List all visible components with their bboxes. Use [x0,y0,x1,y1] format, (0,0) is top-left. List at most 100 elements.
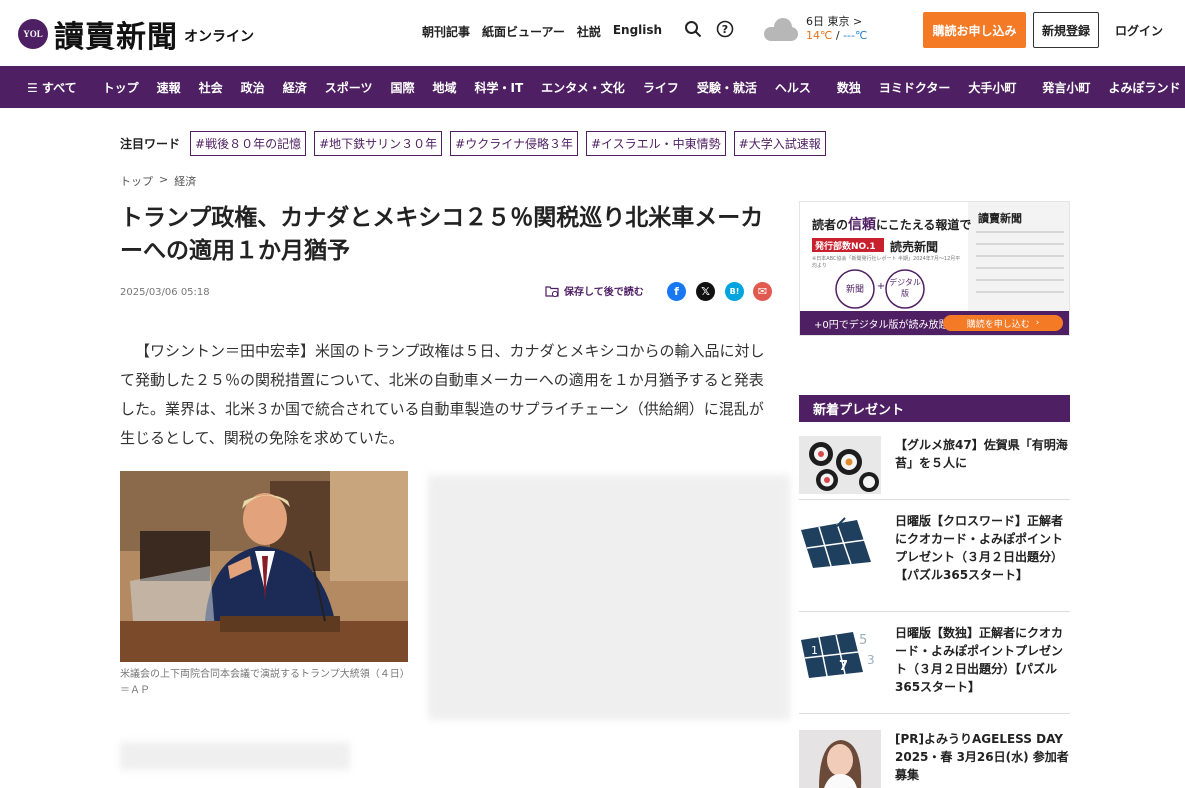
ad-headline-emphasis: 信頼 [848,217,877,233]
ad-circle-digital: デジタル版 [889,278,921,298]
nav-item-exam-jobs[interactable]: 受験・就活 [688,79,766,96]
breadcrumb: トップ > 経済 [120,173,202,189]
nori-rolls-thumbnail [799,436,881,494]
subscribe-button[interactable]: 購読お申し込み [923,12,1026,48]
weather-separator: / [832,29,844,42]
ad-plus: + [876,281,886,292]
ad-paper-name: 読売新聞 [890,240,939,254]
breadcrumb-home[interactable]: トップ [120,173,153,189]
ad-note: ※日本ABC協会「新聞発行社レポート 半期」2024年7月〜12月平均より [812,256,961,269]
present-title: 日曜版【クロスワード】正解者にクオカード・よみぽポイントプレゼント（３月２日出題… [895,514,1064,582]
site-logo[interactable]: YOL 讀賣新聞 オンライン [18,12,254,56]
article-lede: 【ワシントン＝田中宏幸】米国のトランプ政権は５日、カナダとメキシコからの輸入品に… [120,342,765,447]
keyword-tag[interactable]: #ウクライナ侵略３年 [450,131,578,156]
site-header: YOL 讀賣新聞 オンライン 朝刊記事 紙面ビューアー 社説 English ?… [0,0,1185,66]
logo-wordmark: 讀賣新聞 [54,20,178,55]
nav-all-menu[interactable]: ☰ すべて [18,79,86,96]
keyword-tag[interactable]: #イスラエル・中東情勢 [585,131,726,156]
nav-item-otemachi[interactable]: 大手小町 [959,79,1025,96]
mail-icon[interactable]: ✉ [753,282,772,301]
blurred-text-area [120,742,350,770]
search-icon[interactable] [684,20,702,38]
crossword-icon [799,512,881,570]
svg-text:7: 7 [839,659,848,674]
nav-item-society[interactable]: 社会 [190,79,232,96]
chevron-right-icon: › [1035,318,1040,328]
sudoku-icon: 1 7 5 3 [799,624,881,682]
keyword-tag[interactable]: #大学入試速報 [733,131,826,156]
article-photo[interactable] [120,471,408,662]
x-icon[interactable]: 𝕏 [696,282,715,301]
top-links: 朝刊記事 紙面ビューアー 社説 English [422,23,674,40]
svg-text:?: ? [722,23,728,36]
nav-item-yomidoctor[interactable]: ヨミドクター [870,79,960,96]
trump-speech-image [120,471,408,662]
ad-bar-text: +0円でデジタル版が読み放題！ [814,319,959,331]
woman-portrait-thumbnail [799,730,881,788]
trending-keywords: 注目ワード #戦後８０年の記憶 #地下鉄サリン３０年 #ウクライナ侵略３年 #イ… [120,131,834,156]
photo-caption: 米議会の上下両院合同本会議で演説するトランプ大統領（４日）＝ＡＰ [120,669,405,696]
link-morning-paper[interactable]: 朝刊記事 [422,23,470,40]
present-title: [PR]よみうりAGELESS DAY 2025・春 3月26日(水) 参加者募… [895,732,1069,782]
ad-badge: 発行部数NO.1 [815,242,876,252]
present-item[interactable]: 【グルメ旅47】佐賀県「有明海苔」を５人に [799,436,1070,500]
ad-bar: +0円でデジタル版が読み放題！ 購読を申し込む › [800,311,1069,335]
logo-subtitle: オンライン [184,29,254,45]
login-link[interactable]: ログイン [1115,22,1163,39]
article-title: トランプ政権、カナダとメキシコ２５％関税巡り北米車メーカーへの適用１か月猶予 [120,205,764,264]
present-title: 日曜版【数独】正解者にクオカード・よみぽポイントプレゼント（３月２日出題分）【パ… [895,626,1064,694]
ad-subscribe-button[interactable]: 購読を申し込む › [943,315,1063,331]
register-button[interactable]: 新規登録 [1033,12,1099,48]
link-editorial[interactable]: 社説 [577,23,601,40]
blurred-ad-area [428,475,790,720]
breadcrumb-separator: > [159,173,169,186]
nav-item-yomipo-land[interactable]: よみぽランド [1099,79,1185,96]
keyword-tag[interactable]: #戦後８０年の記憶 [190,131,307,156]
nav-item-economy[interactable]: 経済 [274,79,316,96]
keywords-label: 注目ワード [120,137,181,151]
present-item[interactable]: [PR]よみうりAGELESS DAY 2025・春 3月26日(水) 参加者募… [799,730,1070,788]
nav-item-international[interactable]: 国際 [381,79,423,96]
facebook-icon[interactable]: f [667,282,686,301]
yol-badge: YOL [18,19,48,49]
cloud-icon [762,15,800,43]
nav-item-komachi[interactable]: 発言小町 [1033,79,1099,96]
present-item[interactable]: 日曜版【クロスワード】正解者にクオカード・よみぽポイントプレゼント（３月２日出題… [799,512,1070,612]
nav-item-sudoku[interactable]: 数独 [828,79,870,96]
save-for-later-button[interactable]: 保存して後で読む [545,283,644,298]
ad-masthead: 讀賣新聞 [978,212,1022,225]
ad-headline-pre: 読者の [812,218,849,232]
ad-circle-paper: 新聞 [845,285,864,295]
nav-item-science-it[interactable]: 科学・IT [466,79,533,96]
weather-day: 6日 [806,15,824,28]
save-label: 保存して後で読む [564,287,644,298]
svg-text:5: 5 [859,633,867,648]
nav-item-sports[interactable]: スポーツ [316,79,382,96]
breadcrumb-section[interactable]: 経済 [174,173,196,189]
svg-text:1: 1 [811,644,818,657]
link-paper-viewer[interactable]: 紙面ビューアー [482,23,565,40]
nav-item-life[interactable]: ライフ [634,79,688,96]
link-english[interactable]: English [613,23,662,40]
weather-widget[interactable]: 6日 東京 > 14℃ / ---℃ [762,15,867,43]
category-nav: ☰ すべて トップ 速報 社会 政治 経済 スポーツ 国際 地域 科学・IT エ… [0,66,1185,108]
nav-item-entertainment[interactable]: エンタメ・文化 [532,79,634,96]
nav-item-politics[interactable]: 政治 [232,79,274,96]
weather-low: ---℃ [843,29,868,42]
save-folder-icon [545,285,559,297]
nav-item-health[interactable]: ヘルス [766,79,820,96]
weather-city: 東京 [827,15,850,28]
nav-item-regional[interactable]: 地域 [423,79,465,96]
present-item[interactable]: 1 7 5 3 日曜版【数独】正解者にクオカード・よみぽポイントプレゼント（３月… [799,624,1070,714]
subscription-banner[interactable]: 読者の信頼にこたえる報道で 発行部数NO.1 読売新聞 ※日本ABC協会「新聞発… [799,201,1070,336]
ad-button-label: 購読を申し込む [966,319,1030,330]
presents-heading: 新着プレゼント [799,395,1070,422]
keyword-tag[interactable]: #地下鉄サリン３０年 [314,131,443,156]
help-icon[interactable]: ? [716,20,734,38]
nav-item-top[interactable]: トップ [94,79,148,96]
ad-headline-post: にこたえる報道で [876,218,972,232]
hatena-icon[interactable]: B! [725,282,744,301]
present-title: 【グルメ旅47】佐賀県「有明海苔」を５人に [895,438,1068,470]
weather-high: 14℃ [806,29,833,42]
nav-item-breaking[interactable]: 速報 [148,79,190,96]
